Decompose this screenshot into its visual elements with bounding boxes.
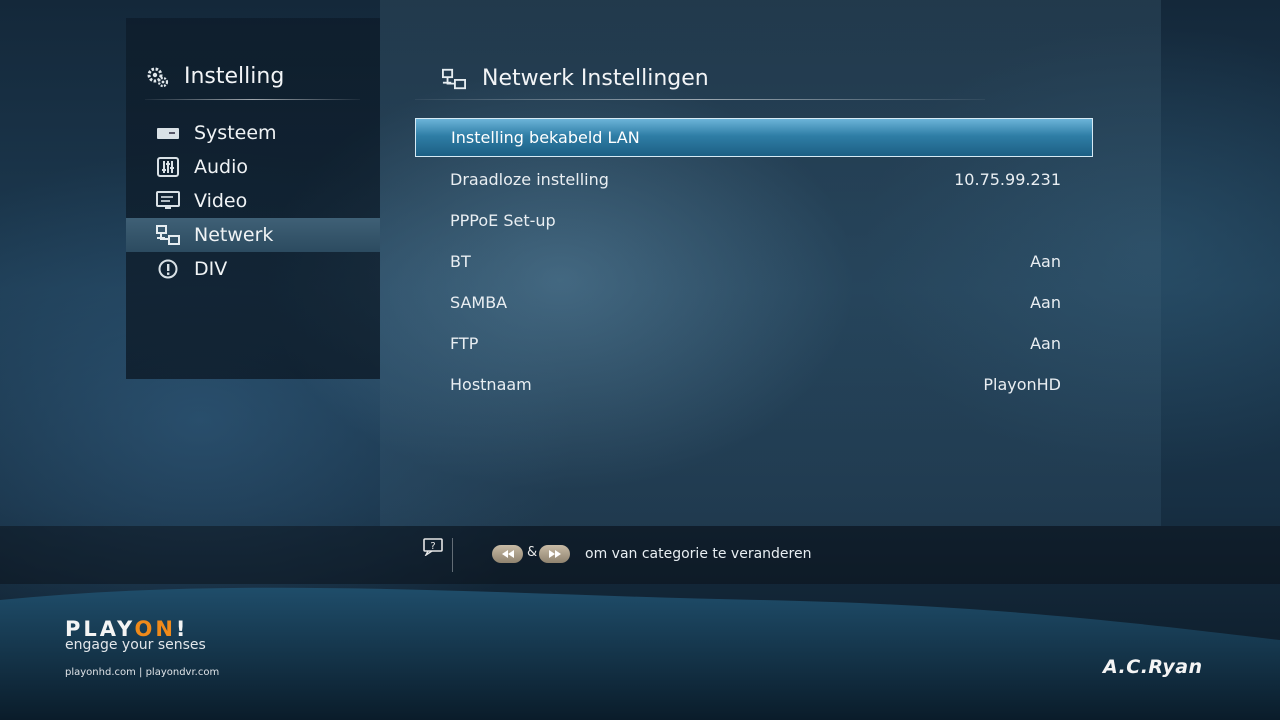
network-icon [442, 68, 466, 90]
setting-value: Aan [1030, 293, 1061, 312]
brand-tagline: engage your senses [65, 637, 206, 653]
setting-value: 10.75.99.231 [954, 170, 1061, 189]
settings-list: Instelling bekabeld LAN Draadloze instel… [415, 118, 1093, 405]
sidebar-item-netwerk[interactable]: Netwerk [126, 218, 380, 252]
sidebar-header: Instelling [146, 64, 284, 89]
sidebar-item-label: Netwerk [194, 224, 274, 246]
page-header: Netwerk Instellingen [442, 66, 709, 91]
setting-label: SAMBA [450, 293, 508, 312]
sidebar-item-video[interactable]: Video [126, 184, 380, 218]
setting-row-hostname[interactable]: Hostnaam PlayonHD [415, 364, 1093, 405]
sidebar-item-audio[interactable]: Audio [126, 150, 380, 184]
setting-label: Draadloze instelling [450, 170, 609, 189]
gears-icon [146, 66, 170, 88]
sidebar-item-div[interactable]: DIV [126, 252, 380, 286]
setting-value: Aan [1030, 334, 1061, 353]
brand-urls: playonhd.com | playondvr.com [65, 667, 220, 678]
sidebar-title: Instelling [184, 64, 285, 89]
sidebar-item-label: Systeem [194, 122, 277, 144]
setting-row-bt[interactable]: BT Aan [415, 241, 1093, 282]
setting-label: PPPoE Set-up [450, 211, 556, 230]
sidebar-item-label: DIV [194, 258, 228, 280]
setting-row-pppoe[interactable]: PPPoE Set-up [415, 200, 1093, 241]
sidebar-item-systeem[interactable]: Systeem [126, 116, 380, 150]
setting-value: Aan [1030, 252, 1061, 271]
info-icon [156, 258, 180, 280]
help-text: om van categorie te veranderen [585, 546, 812, 562]
rewind-key-icon [492, 545, 523, 563]
sidebar-item-label: Video [194, 190, 248, 212]
ampersand-text: & [527, 545, 538, 560]
setting-row-wireless[interactable]: Draadloze instelling 10.75.99.231 [415, 159, 1093, 200]
setting-row-ftp[interactable]: FTP Aan [415, 323, 1093, 364]
setting-row-samba[interactable]: SAMBA Aan [415, 282, 1093, 323]
sidebar-list: Systeem Audio Video Netwerk DIV [126, 116, 380, 286]
setting-label: Hostnaam [450, 375, 532, 394]
setting-row-wired-lan[interactable]: Instelling bekabeld LAN [415, 118, 1093, 157]
video-icon [156, 190, 180, 212]
sidebar-item-label: Audio [194, 156, 249, 178]
help-separator [452, 538, 453, 572]
audio-icon [156, 156, 180, 178]
setting-value: PlayonHD [983, 375, 1061, 394]
svg-text:?: ? [430, 541, 435, 552]
sidebar-divider [145, 99, 360, 100]
setting-label: Instelling bekabeld LAN [451, 128, 640, 147]
system-icon [156, 122, 180, 144]
help-icon: ? [423, 538, 445, 560]
setting-label: FTP [450, 334, 479, 353]
manufacturer-logo: A.C.Ryan [1103, 656, 1203, 678]
network-icon [156, 224, 180, 246]
header-divider [415, 99, 985, 100]
setting-label: BT [450, 252, 471, 271]
fast-forward-key-icon [539, 545, 570, 563]
page-title: Netwerk Instellingen [482, 66, 709, 91]
